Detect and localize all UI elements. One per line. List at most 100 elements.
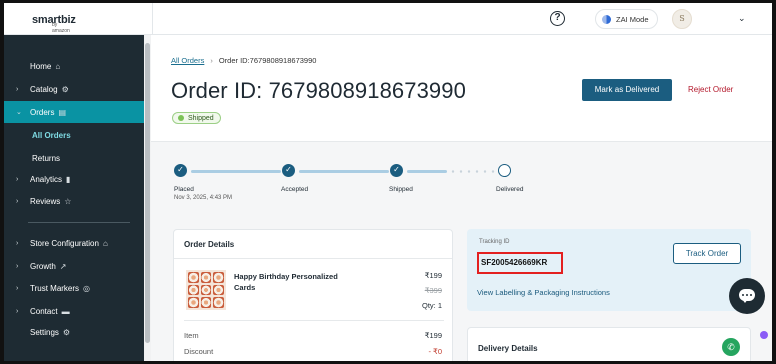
labelling-instructions-link[interactable]: View Labelling & Packaging Instructions [477,288,610,297]
chevron-right-icon: › [16,197,19,205]
app-window: smartbiz by amazon ? ZAI Mode S ⌄ Home ⌂ … [4,3,772,361]
catalog-icon: ⚙ [61,84,69,94]
sidebar-item-label: Settings [30,327,59,337]
sidebar-item-label: Contact [30,306,58,316]
store-icon: ⌂ [102,238,108,248]
delivery-details-card: Delivery Details [467,327,751,361]
scrollbar-thumb[interactable] [145,43,150,343]
assistant-icon[interactable] [760,331,768,339]
orders-icon: ▤ [58,107,67,117]
topbar-divider [152,3,153,35]
logo-subtext: by amazon [52,22,70,34]
sidebar-item-label: Orders [30,107,55,117]
chevron-down-icon[interactable]: ⌄ [738,13,746,24]
trend-up-icon: ↗ [59,261,67,271]
step-accepted-check-icon: ✓ [282,164,295,177]
product-thumbnail[interactable] [186,270,226,310]
sidebar-item-home[interactable]: Home ⌂ [4,55,144,77]
chat-icon: ▬ [61,306,70,316]
step-shipped-check-icon: ✓ [390,164,403,177]
step-placed-check-icon: ✓ [174,164,187,177]
chat-bubble-icon [739,289,755,303]
breadcrumb-all-orders[interactable]: All Orders [171,56,204,65]
tracking-card: Tracking ID SF2005426669KR Track Order V… [467,229,751,311]
breadcrumb-separator: › [210,56,213,65]
status-label: Shipped [188,114,214,122]
chat-support-button[interactable] [729,278,765,314]
analytics-icon: ▮ [66,174,71,184]
mark-delivered-button[interactable]: Mark as Delivered [582,79,672,101]
whatsapp-icon[interactable]: ✆ [722,338,740,356]
tracking-id-value: SF2005426669KR [477,252,563,274]
chevron-right-icon: › [16,175,19,183]
smartbiz-logo[interactable]: smartbiz by amazon [32,10,76,34]
order-details-title: Order Details [184,240,235,249]
zai-mode-toggle[interactable]: ZAI Mode [595,9,658,29]
breadcrumb-current: Order ID:7679808918673990 [218,56,317,65]
step-label-accepted: Accepted [281,186,309,193]
progress-dots [449,170,497,173]
step-label-shipped: Shipped [389,186,413,193]
badge-icon: ◎ [83,283,91,293]
product-name[interactable]: Happy Birthday Personalized Cards [234,271,354,293]
page-title: Order ID: 7679808918673990 [171,78,466,103]
gear-icon: ⚙ [62,327,71,337]
sidebar-item-growth[interactable]: › Growth ↗ [4,255,144,277]
zai-mode-label: ZAI Mode [616,14,649,24]
sidebar-item-catalog[interactable]: › Catalog ⚙ [4,78,144,100]
chevron-down-icon: ⌄ [16,109,22,116]
step-label-delivered: Delivered [496,186,524,193]
status-dot-icon [178,115,184,121]
discount-row-value: - ₹0 [428,347,442,356]
home-icon: ⌂ [55,61,61,71]
step-date-placed: Nov 3, 2025, 4:43 PM [174,195,233,201]
chevron-right-icon: › [16,307,19,315]
top-bar: smartbiz by amazon ? ZAI Mode S ⌄ [4,3,772,35]
sidebar-item-trust-markers[interactable]: › Trust Markers ◎ [4,277,144,299]
order-progress-tracker: ✓ ✓ ✓ Placed Nov 3, 2025, 4:43 PM Accept… [151,143,772,213]
sidebar-item-label: Trust Markers [30,283,80,293]
sidebar-item-label: Analytics [30,174,63,184]
product-mrp: ₹399 [424,286,442,295]
sidebar-item-label: Reviews [30,196,61,206]
sidebar-item-reviews[interactable]: › Reviews ☆ [4,190,144,212]
discount-row-label: Discount [184,347,214,356]
item-row-label: Item [184,331,199,340]
sidebar-item-label: Home [30,61,52,71]
delivery-details-title: Delivery Details [478,344,538,353]
sidebar-item-label: Growth [30,261,56,271]
track-order-button[interactable]: Track Order [673,243,741,264]
sidebar-item-analytics[interactable]: › Analytics ▮ [4,168,144,190]
chevron-right-icon: › [16,239,19,247]
main-content: All Orders › Order ID:7679808918673990 Ord… [151,35,772,361]
reject-order-button[interactable]: Reject Order [688,79,733,101]
tracking-id-label: Tracking ID [479,239,510,245]
help-icon[interactable]: ? [550,11,565,26]
sidebar-item-orders[interactable]: ⌄ Orders ▤ [4,101,144,123]
avatar[interactable]: S [672,9,692,29]
status-badge: Shipped [172,112,221,124]
sidebar-item-settings[interactable]: Settings ⚙ [4,321,144,343]
product-price: ₹199 [424,271,442,280]
sidebar-divider [28,222,130,223]
breadcrumb: All Orders › Order ID:7679808918673990 [171,56,316,65]
chevron-right-icon: › [16,262,19,270]
sidebar-item-store-configuration[interactable]: › Store Configuration ⌂ [4,232,144,254]
sidebar-item-contact[interactable]: › Contact ▬ [4,300,144,322]
progress-line [407,170,447,173]
step-delivered-circle-icon [498,164,511,177]
step-label-placed: Placed [174,186,194,193]
sidebar-subitem-returns[interactable]: Returns [32,154,60,163]
progress-line [299,170,389,173]
sidebar-item-label: Store Configuration [30,238,99,248]
zai-icon [602,14,611,24]
order-header: All Orders › Order ID:7679808918673990 Ord… [151,35,772,142]
sidebar-subitem-all-orders[interactable]: All Orders [32,131,71,140]
star-icon: ☆ [64,196,72,206]
progress-line [191,170,281,173]
sidebar: Home ⌂ › Catalog ⚙ ⌄ Orders ▤ All Orders Re… [4,35,144,361]
sidebar-scrollbar[interactable] [144,35,151,361]
item-row-value: ₹199 [424,331,442,340]
sidebar-item-label: Catalog [30,84,58,94]
chevron-right-icon: › [16,284,19,292]
